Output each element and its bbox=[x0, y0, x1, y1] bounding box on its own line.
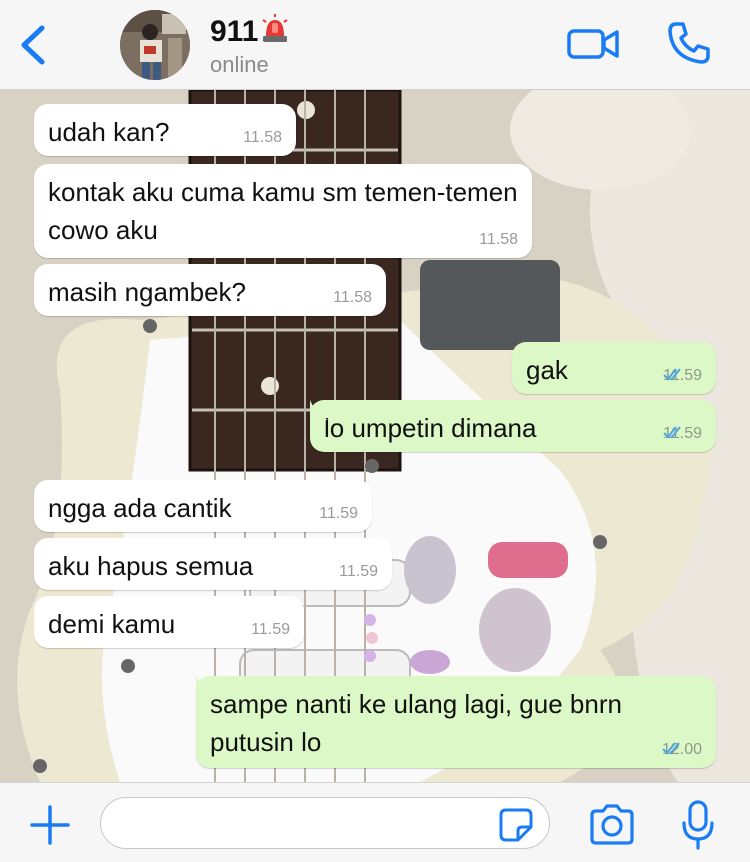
message-input[interactable] bbox=[100, 797, 550, 849]
message-input-bar bbox=[0, 782, 750, 862]
message-text: sampe nanti ke ulang lagi, gue bnrn putu… bbox=[210, 689, 622, 757]
message-bubble-incoming[interactable]: aku hapus semua 11.59 bbox=[34, 538, 392, 590]
back-chevron-icon[interactable] bbox=[14, 22, 54, 68]
message-bubble-incoming[interactable]: udah kan? 11.58 bbox=[34, 104, 296, 156]
phone-call-icon[interactable] bbox=[666, 20, 712, 66]
bubble-tail-icon bbox=[196, 676, 214, 696]
message-time: 11.59 bbox=[339, 563, 378, 580]
message-meta: 11.59 bbox=[339, 563, 378, 581]
contact-name-text: 911 bbox=[210, 15, 259, 48]
message-meta: 11.59 bbox=[319, 505, 358, 523]
message-text: lo umpetin dimana bbox=[324, 413, 537, 443]
police-light-icon bbox=[262, 14, 288, 42]
message-meta: 11.58 bbox=[333, 289, 372, 307]
message-text: udah kan? bbox=[48, 117, 170, 147]
message-bubble-incoming[interactable]: ngga ada cantik 11.59 bbox=[34, 480, 372, 532]
bubble-tail-icon bbox=[34, 104, 52, 124]
message-bubble-outgoing[interactable]: lo umpetin dimana 11.59 bbox=[310, 400, 716, 452]
message-text: kontak aku cuma kamu sm temen-temen cowo… bbox=[48, 177, 518, 245]
contact-status: online bbox=[210, 52, 269, 77]
message-meta: 11.58 bbox=[243, 129, 282, 147]
sticker-icon[interactable] bbox=[498, 807, 534, 843]
message-text: gak bbox=[526, 355, 568, 385]
message-time: 11.58 bbox=[333, 289, 372, 306]
message-meta: 11.59 bbox=[663, 367, 702, 385]
chat-header: 911 online bbox=[0, 0, 750, 90]
read-receipt-icon bbox=[663, 368, 681, 381]
message-bubble-incoming[interactable]: masih ngambek? 11.58 bbox=[34, 264, 386, 316]
message-meta: 11.59 bbox=[663, 425, 702, 443]
message-time: 11.59 bbox=[251, 621, 290, 638]
message-text: masih ngambek? bbox=[48, 277, 246, 307]
avatar-photo bbox=[120, 10, 190, 80]
message-text: aku hapus semua bbox=[48, 551, 254, 581]
bubble-tail-icon bbox=[34, 264, 52, 284]
message-text: demi kamu bbox=[48, 609, 176, 639]
chat-wallpaper: udah kan? 11.58 kontak aku cuma kamu sm … bbox=[0, 90, 750, 782]
message-bubble-incoming[interactable]: kontak aku cuma kamu sm temen-temen cowo… bbox=[34, 164, 532, 258]
message-meta: 11.58 bbox=[479, 231, 518, 249]
message-meta: 12.00 bbox=[662, 741, 702, 759]
message-bubble-incoming[interactable]: demi kamu 11.59 bbox=[34, 596, 304, 648]
bubble-tail-icon bbox=[310, 400, 328, 420]
read-receipt-icon bbox=[662, 742, 680, 755]
message-text: ngga ada cantik bbox=[48, 493, 232, 523]
camera-icon[interactable] bbox=[588, 803, 636, 847]
contact-name[interactable]: 911 bbox=[210, 14, 290, 49]
avatar[interactable] bbox=[120, 10, 190, 80]
microphone-icon[interactable] bbox=[680, 799, 716, 851]
message-bubble-outgoing[interactable]: gak 11.59 bbox=[512, 342, 716, 394]
message-time: 11.58 bbox=[243, 129, 282, 146]
read-receipt-icon bbox=[663, 426, 681, 439]
message-time: 11.59 bbox=[319, 505, 358, 522]
message-bubble-outgoing[interactable]: sampe nanti ke ulang lagi, gue bnrn putu… bbox=[196, 676, 716, 768]
video-call-icon[interactable] bbox=[566, 24, 620, 64]
plus-attach-icon[interactable] bbox=[28, 803, 72, 847]
message-time: 11.58 bbox=[479, 231, 518, 248]
message-meta: 11.59 bbox=[251, 621, 290, 639]
bubble-tail-icon bbox=[34, 596, 52, 616]
